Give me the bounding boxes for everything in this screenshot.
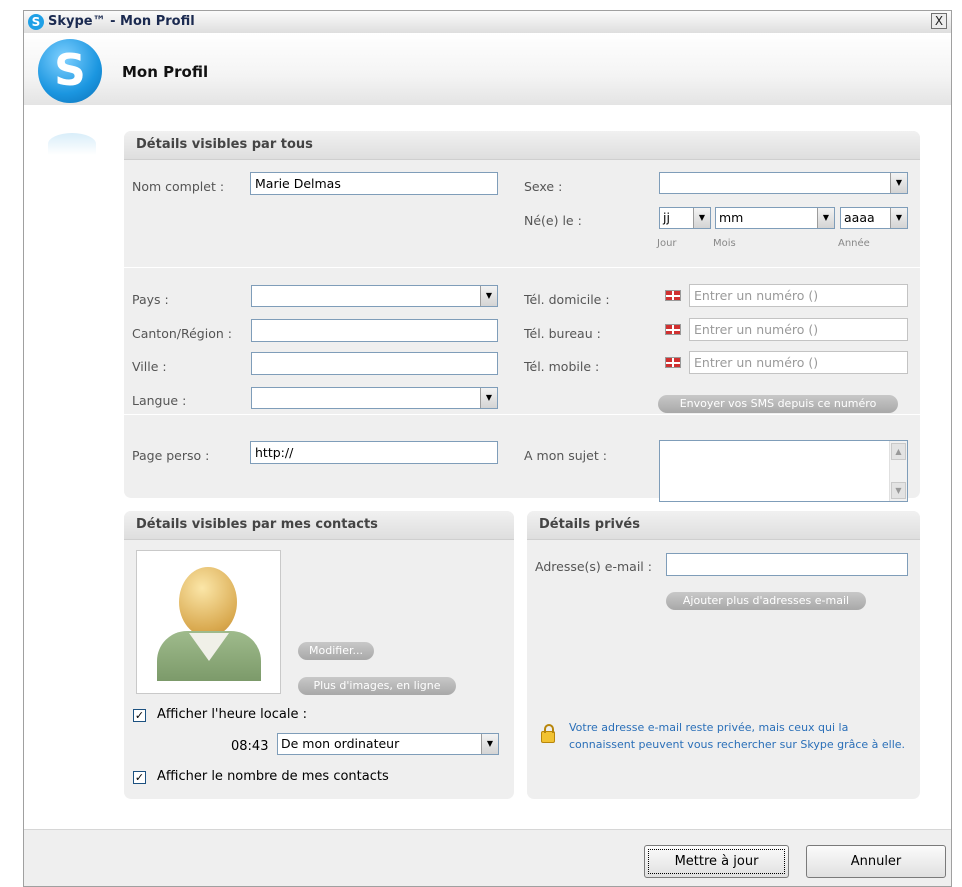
private-details-title: Détails privés [539, 517, 640, 532]
show-local-time-checkbox[interactable]: ✓ [133, 709, 146, 722]
scroll-down-icon[interactable]: ▼ [891, 482, 906, 499]
public-details-header: Détails visibles par tous [124, 131, 920, 160]
chevron-down-icon[interactable]: ▼ [817, 208, 834, 228]
region-label: Canton/Région : [132, 326, 232, 341]
flag-icon[interactable] [665, 324, 681, 335]
full-name-label: Nom complet : [132, 179, 225, 194]
birth-label: Né(e) le : [524, 213, 582, 228]
logo-reflection [48, 133, 96, 155]
chevron-down-icon[interactable]: ▼ [481, 734, 498, 754]
cancel-button[interactable]: Annuler [806, 845, 946, 878]
region-field[interactable] [251, 319, 498, 342]
homepage-label: Page perso : [132, 448, 210, 463]
office-phone-field[interactable]: Entrer un numéro () [689, 318, 908, 341]
show-contacts-count-checkbox[interactable]: ✓ [133, 771, 146, 784]
update-button[interactable]: Mettre à jour [644, 845, 789, 878]
skype-logo-icon: S [28, 14, 44, 30]
email-label: Adresse(s) e-mail : [535, 559, 652, 574]
modify-photo-button[interactable]: Modifier... [298, 642, 374, 660]
avatar [136, 550, 281, 694]
home-phone-field[interactable]: Entrer un numéro () [689, 284, 908, 307]
chevron-down-icon[interactable]: ▼ [890, 208, 907, 228]
mobile-phone-label: Tél. mobile : [524, 359, 600, 374]
country-label: Pays : [132, 292, 169, 307]
chevron-down-icon[interactable]: ▼ [693, 208, 710, 228]
footer-bar: Mettre à jour Annuler [24, 829, 951, 886]
about-textarea[interactable]: ▲ ▼ [659, 440, 908, 502]
private-details-panel: Détails privés Adresse(s) e-mail : Ajout… [527, 511, 920, 799]
home-phone-label: Tél. domicile : [524, 292, 610, 307]
birth-year-select[interactable]: aaaa ▼ [840, 207, 908, 229]
about-label: A mon sujet : [524, 448, 607, 463]
flag-icon[interactable] [665, 290, 681, 301]
avatar-collar [189, 633, 229, 661]
office-phone-label: Tél. bureau : [524, 326, 601, 341]
flag-icon[interactable] [665, 357, 681, 368]
sex-label: Sexe : [524, 179, 563, 194]
skype-big-logo-icon: S [38, 39, 102, 103]
profile-window: S Skype™ - Mon Profil X S Mon Profil Dét… [23, 10, 952, 887]
country-select[interactable]: ▼ [251, 285, 498, 307]
month-caption: Mois [713, 238, 736, 249]
scroll-up-icon[interactable]: ▲ [891, 443, 906, 460]
more-images-button[interactable]: Plus d'images, en ligne [298, 677, 456, 695]
homepage-field[interactable]: http:// [250, 441, 498, 464]
privacy-note: Votre adresse e-mail reste privée, mais … [569, 721, 906, 751]
private-details-header: Détails privés [527, 511, 920, 540]
mobile-phone-field[interactable]: Entrer un numéro () [689, 351, 908, 374]
title-bar[interactable]: S Skype™ - Mon Profil X [24, 11, 951, 34]
language-select[interactable]: ▼ [251, 387, 498, 409]
sex-select[interactable]: ▼ [659, 172, 908, 194]
lock-icon [541, 724, 555, 743]
divider [124, 267, 920, 268]
show-local-time-label: Afficher l'heure locale : [157, 707, 307, 722]
window-title: Skype™ - Mon Profil [48, 14, 195, 29]
public-details-title: Détails visibles par tous [136, 137, 313, 152]
year-caption: Année [838, 238, 870, 249]
add-email-button[interactable]: Ajouter plus d'adresses e-mail [666, 592, 866, 610]
scrollbar[interactable]: ▲ ▼ [889, 441, 907, 501]
city-field[interactable] [251, 352, 498, 375]
chevron-down-icon[interactable]: ▼ [890, 173, 907, 193]
birth-day-select[interactable]: jj ▼ [659, 207, 711, 229]
contacts-details-panel: Détails visibles par mes contacts Modifi… [124, 511, 514, 799]
contacts-details-title: Détails visibles par mes contacts [136, 517, 378, 532]
public-details-panel: Détails visibles par tous Nom complet : … [124, 131, 920, 502]
day-caption: Jour [657, 238, 677, 249]
divider [124, 414, 920, 415]
page-title: Mon Profil [122, 63, 209, 81]
sms-button[interactable]: Envoyer vos SMS depuis ce numéro [658, 395, 898, 413]
time-source-select[interactable]: De mon ordinateur ▼ [277, 733, 499, 755]
show-contacts-count-label: Afficher le nombre de mes contacts [157, 769, 389, 784]
full-name-field[interactable]: Marie Delmas [250, 172, 498, 195]
language-label: Langue : [132, 393, 187, 408]
city-label: Ville : [132, 359, 167, 374]
email-field[interactable] [666, 553, 908, 576]
contacts-details-header: Détails visibles par mes contacts [124, 511, 514, 540]
chevron-down-icon[interactable]: ▼ [480, 388, 497, 408]
close-button[interactable]: X [931, 13, 947, 29]
local-time-value: 08:43 [231, 739, 269, 754]
avatar-head [179, 567, 237, 637]
chevron-down-icon[interactable]: ▼ [480, 286, 497, 306]
birth-month-select[interactable]: mm ▼ [715, 207, 835, 229]
